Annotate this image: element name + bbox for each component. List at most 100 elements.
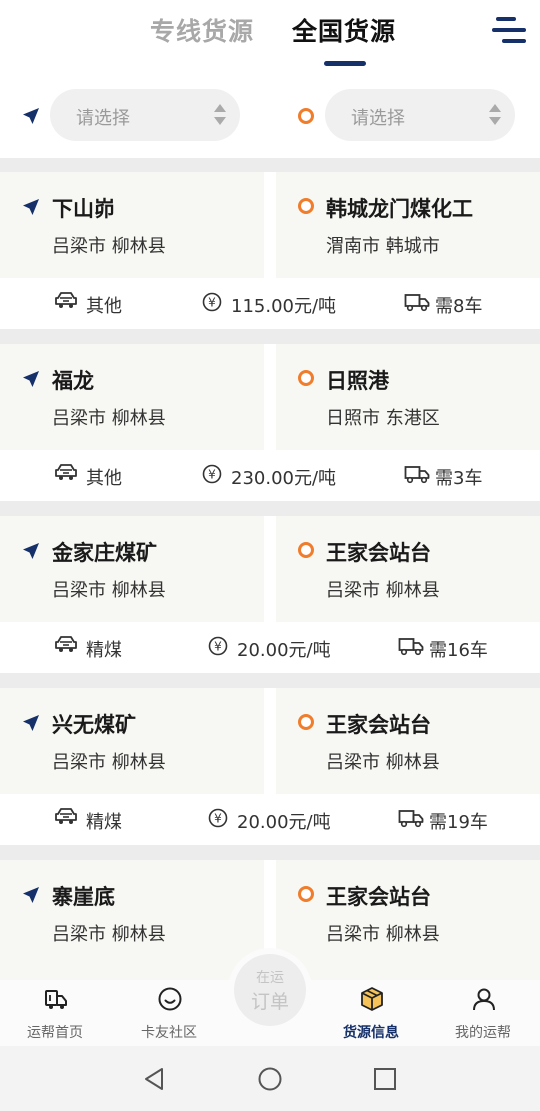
- filter-bar: 请选择 请选择: [0, 72, 540, 158]
- center-button-line2: 订单: [250, 991, 289, 1013]
- cargo-card[interactable]: 兴无煤矿 吕梁市 柳林县 王家会站台 吕梁市 柳林县 精煤 ¥ 20.00元/吨…: [0, 688, 540, 845]
- origin-area: 吕梁市 柳林县: [52, 408, 166, 429]
- destination-name: 王家会站台: [326, 713, 431, 737]
- destination-ring-icon: [298, 542, 314, 558]
- cargo-type: 精煤: [86, 812, 122, 833]
- trucks-needed: 需19车: [429, 812, 488, 833]
- origin-panel: [0, 172, 264, 278]
- select-arrows-icon: [489, 104, 501, 126]
- origin-name: 兴无煤矿: [52, 713, 136, 737]
- origin-name: 寨崖底: [52, 885, 115, 909]
- home-circle-icon[interactable]: [257, 1066, 283, 1092]
- yuan-icon: ¥: [208, 808, 228, 828]
- destination-area: 渭南市 韩城市: [326, 236, 440, 257]
- truck-icon: [45, 990, 67, 1009]
- smile-icon: [158, 987, 182, 1011]
- tab-line-cargo[interactable]: 专线货源: [150, 12, 254, 48]
- yuan-icon: ¥: [208, 636, 228, 656]
- origin-arrow-icon: [23, 887, 39, 903]
- menu-icon[interactable]: [492, 15, 526, 45]
- destination-area: 吕梁市 柳林县: [326, 580, 440, 601]
- cargo-type: 其他: [86, 468, 122, 489]
- delivery-truck-icon: [404, 466, 430, 484]
- origin-area: 吕梁市 柳林县: [52, 236, 166, 257]
- cargo-truck-icon: [55, 636, 77, 652]
- top-header: 专线货源 全国货源: [0, 0, 540, 72]
- trucks-needed: 需16车: [429, 640, 488, 661]
- price: 20.00元/吨: [237, 640, 331, 661]
- package-icon: [361, 987, 383, 1011]
- nav-item-mine[interactable]: 我的运帮: [438, 980, 528, 1046]
- destination-ring-icon: [298, 714, 314, 730]
- trucks-needed: 需8车: [435, 296, 483, 317]
- destination-select[interactable]: 请选择: [325, 89, 515, 141]
- nav-label: 我的运帮: [455, 1025, 511, 1041]
- delivery-truck-icon: [398, 638, 424, 656]
- select-arrows-icon: [214, 104, 226, 126]
- destination-select-placeholder: 请选择: [351, 108, 405, 129]
- price: 230.00元/吨: [231, 468, 337, 489]
- cargo-card[interactable]: 金家庄煤矿 吕梁市 柳林县 王家会站台 吕梁市 柳林县 精煤 ¥ 20.00元/…: [0, 516, 540, 673]
- cargo-truck-icon: [55, 292, 77, 308]
- origin-panel: [0, 688, 264, 794]
- cargo-truck-icon: [55, 808, 77, 824]
- svg-text:¥: ¥: [214, 640, 222, 654]
- destination-area: 日照市 东港区: [326, 408, 440, 429]
- delivery-truck-icon: [404, 294, 430, 312]
- origin-name: 福龙: [52, 369, 94, 393]
- cargo-type: 其他: [86, 296, 122, 317]
- origin-select-placeholder: 请选择: [76, 108, 130, 129]
- person-icon: [473, 988, 495, 1011]
- origin-arrow-icon: [23, 108, 39, 124]
- destination-ring-icon: [298, 370, 314, 386]
- in-transit-orders-button[interactable]: 在运 订单: [234, 954, 306, 1026]
- cargo-card[interactable]: 福龙 吕梁市 柳林县 日照港 日照市 东港区 其他 ¥ 230.00元/吨 需3…: [0, 344, 540, 501]
- nav-item-cargo-info[interactable]: 货源信息: [326, 980, 416, 1046]
- destination-name: 王家会站台: [326, 885, 431, 909]
- cargo-type: 精煤: [86, 640, 122, 661]
- destination-panel: [276, 344, 540, 450]
- destination-name: 日照港: [326, 369, 389, 393]
- system-nav-bar: [0, 1046, 540, 1111]
- delivery-truck-icon: [398, 810, 424, 828]
- destination-ring-icon: [298, 886, 314, 902]
- origin-area: 吕梁市 柳林县: [52, 580, 166, 601]
- destination-ring-icon: [298, 108, 314, 124]
- svg-text:¥: ¥: [208, 468, 216, 482]
- recents-square-icon[interactable]: [372, 1066, 398, 1092]
- destination-area: 吕梁市 柳林县: [326, 752, 440, 773]
- nav-item-community[interactable]: 卡友社区: [124, 980, 214, 1046]
- destination-name: 王家会站台: [326, 541, 431, 565]
- cargo-card[interactable]: 下山峁 吕梁市 柳林县 韩城龙门煤化工 渭南市 韩城市 其他 ¥ 115.00元…: [0, 172, 540, 329]
- origin-panel: [0, 516, 264, 622]
- yuan-icon: ¥: [202, 292, 222, 312]
- destination-panel: [276, 172, 540, 278]
- cargo-truck-icon: [55, 464, 77, 480]
- nav-label: 运帮首页: [27, 1025, 83, 1041]
- center-button-line1: 在运: [256, 970, 284, 986]
- back-icon[interactable]: [142, 1066, 168, 1092]
- active-tab-indicator: [324, 61, 366, 66]
- tab-national-cargo[interactable]: 全国货源: [292, 12, 396, 48]
- nav-item-home[interactable]: 运帮首页: [10, 980, 100, 1046]
- destination-panel: [276, 516, 540, 622]
- origin-area: 吕梁市 柳林县: [52, 924, 166, 945]
- origin-arrow-icon: [23, 543, 39, 559]
- nav-label: 货源信息: [343, 1025, 399, 1041]
- svg-text:¥: ¥: [208, 296, 216, 310]
- origin-area: 吕梁市 柳林县: [52, 752, 166, 773]
- destination-ring-icon: [298, 198, 314, 214]
- origin-arrow-icon: [23, 715, 39, 731]
- origin-arrow-icon: [23, 199, 39, 215]
- origin-arrow-icon: [23, 371, 39, 387]
- destination-panel: [276, 688, 540, 794]
- origin-name: 金家庄煤矿: [52, 541, 157, 565]
- yuan-icon: ¥: [202, 464, 222, 484]
- origin-select[interactable]: 请选择: [50, 89, 240, 141]
- trucks-needed: 需3车: [435, 468, 483, 489]
- nav-label: 卡友社区: [141, 1025, 197, 1041]
- destination-area: 吕梁市 柳林县: [326, 924, 440, 945]
- destination-name: 韩城龙门煤化工: [326, 197, 473, 221]
- price: 115.00元/吨: [231, 296, 337, 317]
- svg-text:¥: ¥: [214, 812, 222, 826]
